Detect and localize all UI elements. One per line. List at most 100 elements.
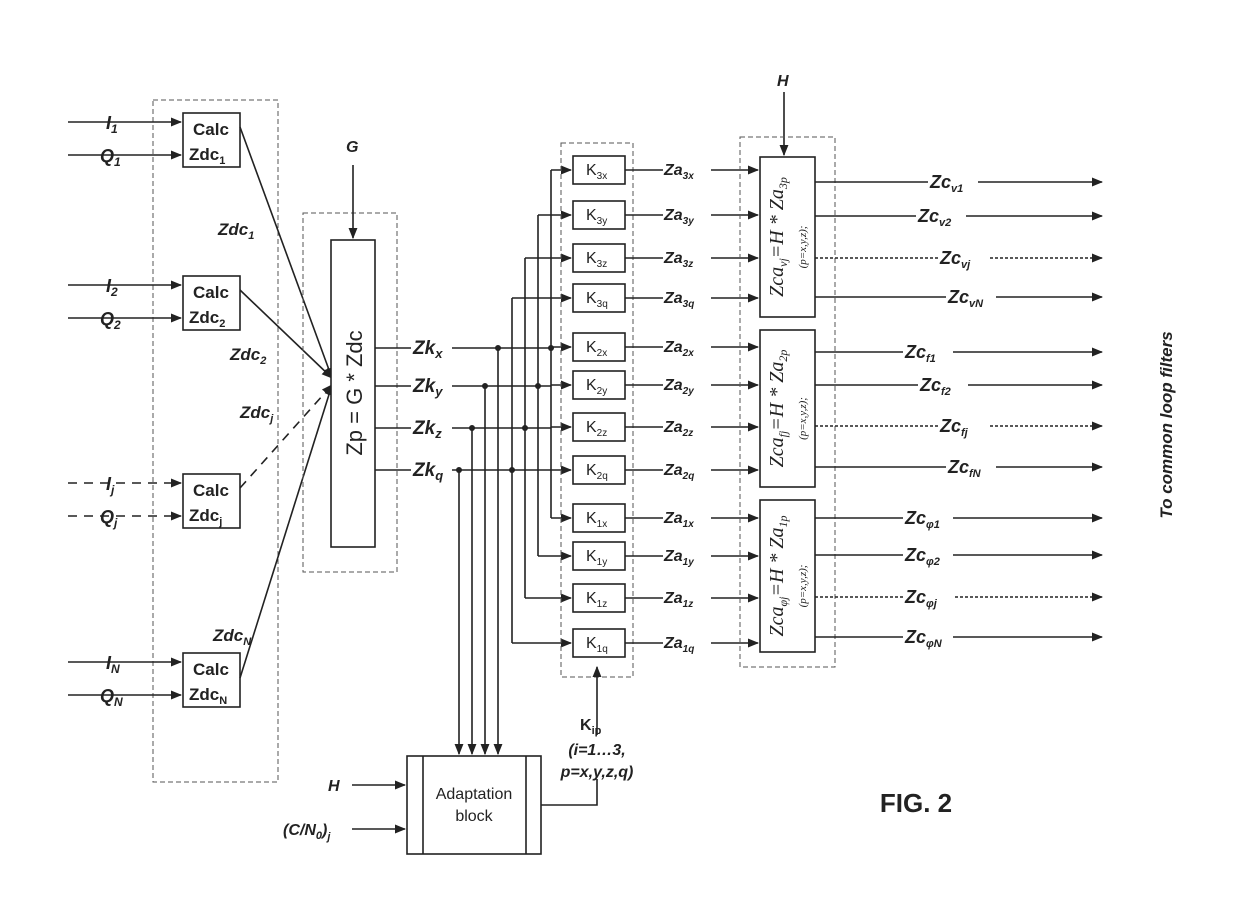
za-label-sub: 2q xyxy=(682,471,695,482)
input-i-label: Ij xyxy=(106,474,115,497)
za-label-sub: 3q xyxy=(683,299,695,310)
zk-label: Zkz xyxy=(412,418,442,441)
gain-label-base: K xyxy=(586,510,597,527)
kip-range-2: p=x,y,z,q) xyxy=(560,764,634,781)
kip-label: Kip xyxy=(580,717,602,737)
adaptation-h-label: H xyxy=(328,778,340,795)
input-q-label-sub: N xyxy=(114,695,123,709)
gain-label-base: K xyxy=(586,635,597,652)
combiner-output-label-base: Zc xyxy=(917,206,939,226)
za-label-sub: 1q xyxy=(683,644,695,655)
gain-label-base: K xyxy=(586,162,597,179)
junction-dot xyxy=(535,383,541,389)
calc-line2-sub: N xyxy=(219,695,227,707)
formula-rhs: =H * Za xyxy=(766,527,788,596)
gain-label-sub: 3q xyxy=(597,299,608,310)
kip-k: K xyxy=(580,717,592,734)
combiner-output-label-base: Zc xyxy=(919,375,941,395)
gain-label-sub: 1x xyxy=(597,519,608,530)
za-label-base: Za xyxy=(663,162,683,179)
adaptation-block xyxy=(406,755,542,855)
combiner-output-label-base: Zc xyxy=(904,508,926,528)
za-label-sub: 3x xyxy=(683,171,695,182)
formula-lhs: Zca xyxy=(766,437,788,467)
za-label-base: Za xyxy=(663,377,683,394)
za-label-base: Za xyxy=(663,250,683,267)
cn-close: ) xyxy=(320,822,327,839)
adaptation-title-line1: Adaptation xyxy=(436,786,513,803)
combiner-output-label-base: Zc xyxy=(939,248,961,268)
gain-label-sub: 2y xyxy=(597,386,608,397)
combiner-note: (p=x,y,z); xyxy=(797,397,809,440)
zk-label-sub: x xyxy=(434,346,443,361)
calc-line1: Calc xyxy=(193,283,229,302)
gain-label-sub: 2q xyxy=(597,471,608,482)
combiner-output-label-base: Zc xyxy=(904,342,926,362)
input-q-label: Q1 xyxy=(100,146,121,169)
input-i-label: I2 xyxy=(106,276,118,299)
gain-label-base: K xyxy=(586,462,597,479)
input-q-label-base: Q xyxy=(100,507,114,527)
kip-feedback-line xyxy=(541,779,598,806)
adaptation-title-line2: block xyxy=(455,808,493,825)
zdc-line xyxy=(239,383,334,679)
zdc-label-base: Zdc xyxy=(239,403,271,422)
za-label-base: Za xyxy=(663,462,683,479)
combiner-h-label: H xyxy=(777,73,789,90)
gain-label-sub: 3y xyxy=(597,216,608,227)
zdc-label: Zdcj xyxy=(239,403,274,425)
calc-line1: Calc xyxy=(193,660,229,679)
zdc-label-sub: 1 xyxy=(248,230,254,242)
zdc-label: Zdc1 xyxy=(217,220,254,242)
calc-line2-base: Zdc xyxy=(189,145,219,164)
zdc-label-sub: N xyxy=(243,636,252,648)
calc-line2: Zdcj xyxy=(189,506,222,528)
calc-line2-sub: j xyxy=(218,516,222,528)
calc-line1: Calc xyxy=(193,120,229,139)
junction-dot xyxy=(509,467,515,473)
za-label-sub: 2y xyxy=(682,386,695,397)
gain-label-base: K xyxy=(586,548,597,565)
combiner-output-label-base: Zc xyxy=(904,587,926,607)
junction-dot xyxy=(548,345,554,351)
za-label-sub: 1y xyxy=(683,557,695,568)
zdc-label-base: Zdc xyxy=(217,220,249,239)
formula-rhs-sub: 3p xyxy=(776,177,790,190)
zdc-line xyxy=(239,126,333,380)
input-q-label-sub: 2 xyxy=(113,318,121,332)
block-diagram: I1Q1CalcZdc1Zdc1I2Q2CalcZdc2Zdc2IjQjCalc… xyxy=(68,73,1176,855)
zk-label-sub: q xyxy=(435,468,443,483)
combiner-output-label-sub: φN xyxy=(926,638,943,650)
zdc-label: ZdcN xyxy=(212,626,252,648)
combiner-output-label-base: Zc xyxy=(947,457,969,477)
zk-label: Zkx xyxy=(412,338,443,361)
kip-sub: ip xyxy=(592,725,602,737)
gain-label: G xyxy=(346,139,358,156)
za-label-sub: 2x xyxy=(682,348,695,359)
calc-line2-sub: 1 xyxy=(219,155,225,167)
zk-label-base: Zk xyxy=(412,376,437,397)
zk-label-base: Zk xyxy=(412,338,437,359)
za-label-base: Za xyxy=(663,548,683,565)
za-label-base: Za xyxy=(663,635,683,652)
zdc-label-sub: 2 xyxy=(259,355,266,367)
zdc-line xyxy=(239,289,333,379)
input-q-label-sub: 1 xyxy=(114,155,121,169)
gain-label-sub: 1y xyxy=(597,557,608,568)
figure-label: FIG. 2 xyxy=(880,788,952,818)
combiner-output-label-sub: φ2 xyxy=(926,556,940,568)
combiner-output-label-sub: φ1 xyxy=(926,519,940,531)
input-q-label-base: Q xyxy=(100,686,114,706)
combiner-output-label-base: Zc xyxy=(929,172,951,192)
gain-label-base: K xyxy=(586,339,597,356)
junction-dot xyxy=(522,425,528,431)
formula-rhs: =H * Za xyxy=(766,189,788,258)
combiner-formula: Zcaφj=H * Za1p xyxy=(766,515,790,636)
zdc-label: Zdc2 xyxy=(229,345,266,367)
za-label-sub: 1x xyxy=(683,519,695,530)
zk-label-base: Zk xyxy=(412,460,437,481)
combiner-output-label-sub: fN xyxy=(969,468,982,480)
gain-label-base: K xyxy=(586,290,597,307)
combiner-output-label-sub: f1 xyxy=(926,353,936,365)
zdc-label-base: Zdc xyxy=(212,626,244,645)
